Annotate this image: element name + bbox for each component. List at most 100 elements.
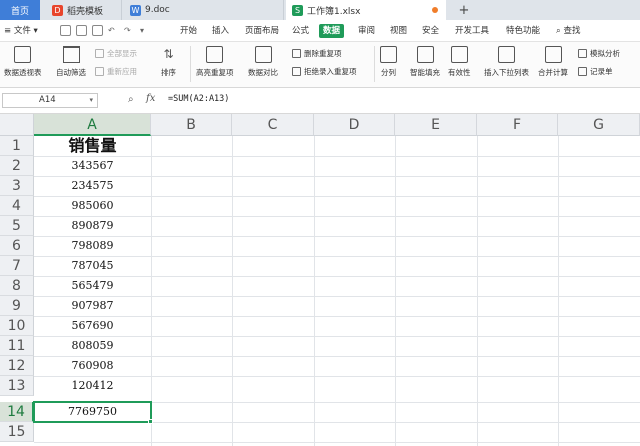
reject-duplicates-button[interactable]: 拒绝录入重复项 [292, 66, 357, 77]
what-if-analysis-label: 模拟分析 [590, 49, 620, 58]
reapply-button[interactable]: 重新应用 [95, 66, 137, 77]
spreadsheet-grid[interactable]: A B C D E F G 1 2 3 4 5 6 7 8 9 10 11 12… [0, 114, 640, 446]
cell-a5[interactable]: 890879 [34, 216, 151, 236]
tab-doc-file[interactable]: W 9.doc [124, 0, 284, 20]
cell-a13[interactable]: 120412 [34, 376, 151, 396]
tab-home[interactable]: 首页 [0, 0, 40, 20]
zoom-icon[interactable]: ⌕ [128, 94, 134, 105]
row-header[interactable]: 8 [0, 276, 34, 296]
column-header-e[interactable]: E [395, 114, 477, 136]
menu-view[interactable]: 视图 [390, 24, 407, 38]
insert-dropdown-button[interactable]: 插入下拉列表 [484, 44, 529, 78]
cell-a10[interactable]: 567690 [34, 316, 151, 336]
menu-developer[interactable]: 开发工具 [455, 24, 489, 38]
cell-a6[interactable]: 798089 [34, 236, 151, 256]
row-header[interactable]: 4 [0, 196, 34, 216]
unsaved-dot-icon[interactable] [432, 7, 438, 13]
row-header[interactable]: 2 [0, 156, 34, 176]
tab-docer-templates[interactable]: D 稻壳模板 [46, 0, 122, 20]
menu-formula[interactable]: 公式 [292, 24, 309, 38]
column-header-d[interactable]: D [314, 114, 395, 136]
fill-handle[interactable] [148, 419, 153, 424]
chevron-down-icon[interactable]: ▾ [89, 94, 93, 107]
formula-bar: A14 ▾ ⌕ fx =SUM(A2:A13) [0, 88, 640, 114]
tab-docer-label: 稻壳模板 [67, 6, 104, 17]
row-header[interactable]: 1 [0, 136, 34, 156]
split-column-button[interactable]: 分列 [380, 44, 397, 78]
data-compare-label: 数据对比 [248, 68, 278, 77]
show-all-icon [95, 49, 104, 58]
cell-a9[interactable]: 907987 [34, 296, 151, 316]
row-header[interactable]: 7 [0, 256, 34, 276]
menu-security[interactable]: 安全 [422, 24, 439, 38]
menu-special[interactable]: 特色功能 [506, 24, 540, 38]
cell-a12[interactable]: 760908 [34, 356, 151, 376]
column-header-g[interactable]: G [558, 114, 640, 136]
remove-duplicates-button[interactable]: 删除重复项 [292, 48, 342, 59]
validity-icon [450, 46, 468, 63]
quick-access-dropdown-icon[interactable]: ▾ [140, 24, 144, 38]
validity-button[interactable]: 有效性 [448, 44, 471, 78]
menu-page-layout[interactable]: 页面布局 [245, 24, 279, 38]
row-header[interactable]: 6 [0, 236, 34, 256]
cell-a8[interactable]: 565479 [34, 276, 151, 296]
menu-review[interactable]: 审阅 [358, 24, 375, 38]
row-header[interactable]: 5 [0, 216, 34, 236]
select-all-corner[interactable] [0, 114, 34, 136]
cell-a15[interactable] [34, 422, 151, 442]
search-button[interactable]: ⌕ 查找 [556, 24, 580, 38]
record-form-button[interactable]: 记录单 [578, 66, 613, 77]
autofilter-button[interactable]: 自动筛选 [56, 44, 86, 78]
row-header[interactable]: 3 [0, 176, 34, 196]
cell-a1-header[interactable]: 销售量 [34, 136, 151, 156]
pivot-table-button[interactable]: 数据透视表 [4, 44, 42, 78]
gridline [477, 136, 478, 446]
undo-icon[interactable]: ↶ [108, 24, 115, 38]
data-compare-button[interactable]: 数据对比 [248, 44, 278, 78]
merge-calc-label: 合并计算 [538, 68, 568, 77]
show-all-button[interactable]: 全部显示 [95, 48, 137, 59]
row-header[interactable]: 13 [0, 376, 34, 396]
row-header[interactable]: 9 [0, 296, 34, 316]
cell-a2[interactable]: 343567 [34, 156, 151, 176]
row-header[interactable]: 15 [0, 422, 34, 442]
menu-insert[interactable]: 插入 [212, 24, 229, 38]
row-header[interactable]: 12 [0, 356, 34, 376]
formula-input[interactable]: =SUM(A2:A13) [168, 94, 229, 104]
cell-a11[interactable]: 808059 [34, 336, 151, 356]
what-if-analysis-button[interactable]: 模拟分析 [578, 48, 620, 59]
preview-icon[interactable] [92, 25, 103, 36]
tab-home-label: 首页 [10, 6, 29, 17]
new-tab-button[interactable]: + [454, 0, 474, 20]
column-header-a[interactable]: A [34, 114, 151, 136]
save-icon[interactable] [60, 25, 71, 36]
tab-workbook[interactable]: S 工作簿1.xlsx [286, 0, 446, 20]
row-header[interactable]: 11 [0, 336, 34, 356]
column-header-c[interactable]: C [232, 114, 314, 136]
fx-icon[interactable]: fx [146, 93, 155, 104]
smart-fill-button[interactable]: 智能填充 [410, 44, 440, 78]
row-header-selected[interactable]: 14 [0, 402, 34, 422]
gridline [395, 136, 396, 446]
cell-a7[interactable]: 787045 [34, 256, 151, 276]
file-menu[interactable]: ≡ 文件 ▾ [4, 24, 38, 38]
menu-home[interactable]: 开始 [180, 24, 197, 38]
merge-calc-button[interactable]: 合并计算 [538, 44, 568, 78]
cell-a4[interactable]: 985060 [34, 196, 151, 216]
insert-dropdown-icon [498, 46, 515, 63]
gridline [34, 442, 640, 443]
cell-a3[interactable]: 234575 [34, 176, 151, 196]
validity-label: 有效性 [448, 68, 471, 77]
print-icon[interactable] [76, 25, 87, 36]
redo-icon[interactable]: ↷ [124, 24, 131, 38]
menu-data[interactable]: 数据 [319, 24, 345, 38]
what-if-analysis-icon [578, 49, 587, 58]
highlight-duplicates-button[interactable]: 高亮重复项 [196, 44, 234, 78]
column-header-b[interactable]: B [151, 114, 232, 136]
row-header[interactable]: 10 [0, 316, 34, 336]
name-box[interactable]: A14 ▾ [2, 93, 98, 108]
column-header-f[interactable]: F [477, 114, 558, 136]
tab-workbook-label: 工作簿1.xlsx [307, 6, 361, 17]
sort-button[interactable]: ⇅ 排序 [160, 44, 177, 78]
sort-label: 排序 [161, 68, 176, 77]
